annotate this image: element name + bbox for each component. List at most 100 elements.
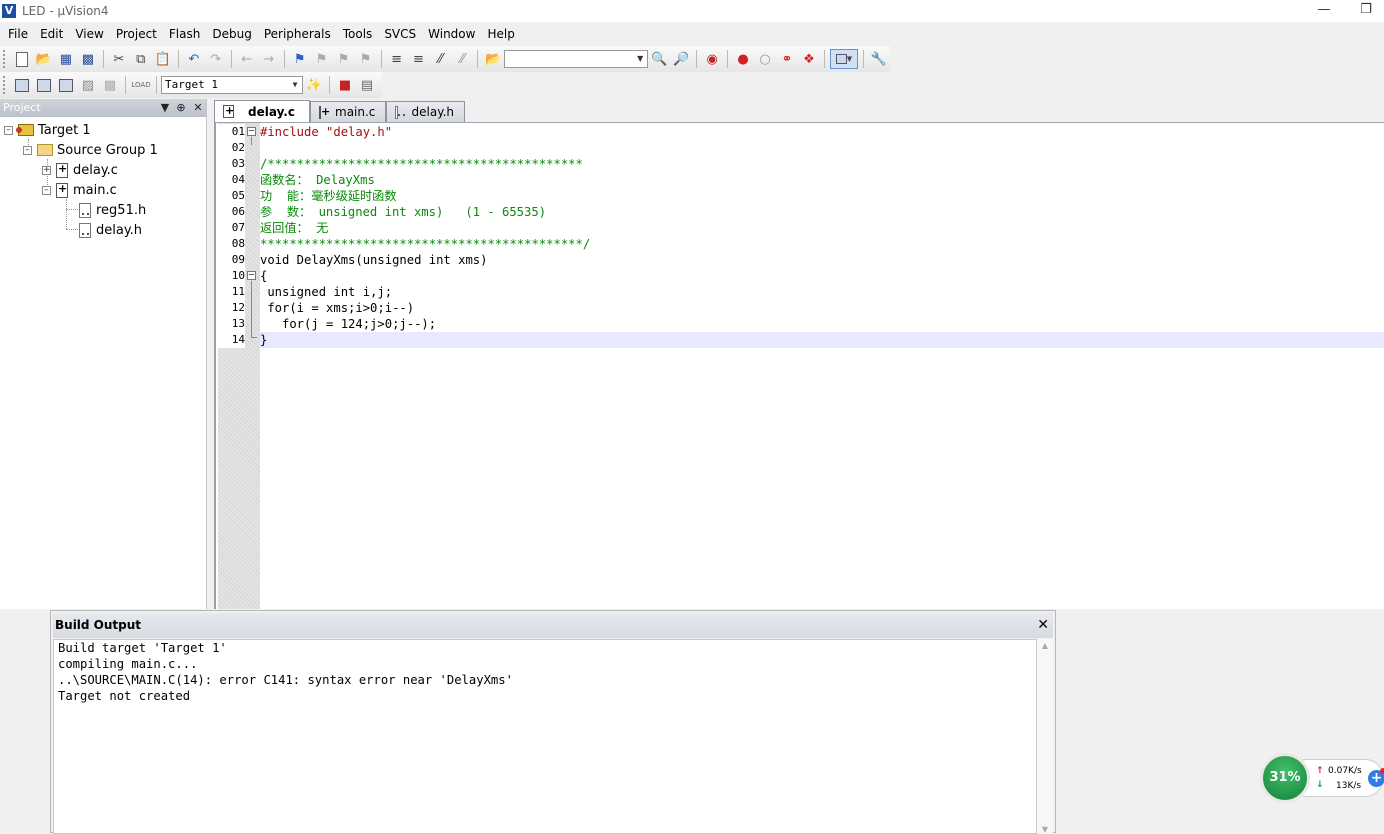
translate-icon[interactable] (12, 75, 32, 95)
find-combo[interactable]: ▼ (504, 50, 649, 68)
expand-icon[interactable]: + (42, 165, 51, 175)
find-in-files-icon[interactable]: 📂 (483, 49, 503, 69)
window-layout-icon[interactable]: ▼ (829, 49, 858, 69)
restore-button[interactable]: ❐ (1346, 0, 1384, 22)
line-number: 02 (218, 140, 245, 156)
code-line: } (260, 332, 267, 348)
line-number: 01 (218, 124, 245, 140)
uncomment-icon[interactable]: ⁄⁄ (452, 49, 472, 69)
code-text: void DelayXms(unsigned int xms) (260, 253, 488, 267)
chevron-down-icon[interactable]: ▼ (634, 52, 646, 66)
new-file-icon[interactable] (12, 49, 32, 69)
panel-menu-icon[interactable]: ▼ (158, 99, 172, 117)
select-packs-icon[interactable]: ▤ (357, 75, 377, 95)
vertical-scrollbar[interactable]: ▲ ▼ (1037, 639, 1053, 834)
menu-project[interactable]: Project (110, 22, 163, 46)
copy-icon[interactable]: ⧉ (131, 49, 151, 69)
breakpoint-icon[interactable]: ● (733, 49, 753, 69)
line-number: 03 (218, 156, 245, 172)
open-folder-icon[interactable]: 📂 (34, 49, 54, 69)
memory-usage-circle[interactable]: 31% (1260, 753, 1310, 803)
menu-svcs[interactable]: SVCS (378, 22, 422, 46)
menu-debug[interactable]: Debug (206, 22, 257, 46)
kill-breakpoints-icon[interactable]: ❖ (799, 49, 819, 69)
tab-main-c[interactable]: main.c (310, 101, 386, 122)
undo-icon[interactable]: ↶ (184, 49, 204, 69)
add-icon[interactable]: + (1368, 768, 1384, 787)
menu-peripherals[interactable]: Peripherals (258, 22, 337, 46)
redo-icon[interactable]: ↷ (206, 49, 226, 69)
build-icon[interactable] (34, 75, 54, 95)
chevron-down-icon[interactable]: ▼ (289, 78, 301, 92)
tree-target[interactable]: – Target 1 (4, 120, 91, 140)
code-text: { (260, 269, 268, 283)
fold-collapse-icon[interactable]: – (247, 271, 256, 280)
scroll-up-icon[interactable]: ▲ (1037, 641, 1053, 650)
menu-help[interactable]: Help (481, 22, 520, 46)
rebuild-icon[interactable] (56, 75, 76, 95)
disable-breakpoint-icon[interactable]: ○ (755, 49, 775, 69)
clear-bookmarks-icon[interactable]: ⚑ (356, 49, 376, 69)
nav-back-icon[interactable]: ← (237, 49, 257, 69)
save-icon[interactable]: ▦ (56, 49, 76, 69)
menu-tools[interactable]: Tools (337, 22, 379, 46)
tab-delay-h[interactable]: delay.h (386, 101, 465, 122)
cut-icon[interactable]: ✂ (109, 49, 129, 69)
batch-build-icon[interactable]: ▨ (78, 75, 98, 95)
close-icon[interactable]: ✕ (191, 99, 205, 117)
find-icon[interactable]: 🔍 (649, 49, 669, 69)
collapse-icon[interactable]: – (42, 185, 51, 195)
menu-view[interactable]: View (69, 22, 109, 46)
comment-icon[interactable]: ⁄⁄ (430, 49, 450, 69)
menu-flash[interactable]: Flash (163, 22, 206, 46)
disable-all-breakpoints-icon[interactable]: ⚭ (777, 49, 797, 69)
tree-header-reg51[interactable]: reg51.h (79, 200, 146, 220)
bookmark-icon[interactable]: ⚑ (290, 49, 310, 69)
tree-file-main-c[interactable]: – main.c (42, 180, 117, 200)
download-icon[interactable]: LOAD (131, 75, 151, 95)
indent-icon[interactable]: ≡ (387, 49, 407, 69)
tree-group-label: Source Group 1 (57, 142, 158, 158)
project-header: Project ▼ ⊕ ✕ (0, 99, 206, 117)
collapse-icon[interactable]: – (23, 145, 32, 155)
stop-build-icon[interactable]: ▩ (100, 75, 120, 95)
tab-delay-c[interactable]: delay.c (214, 100, 310, 122)
menu-edit[interactable]: Edit (34, 22, 69, 46)
target-options-icon[interactable]: ✨ (304, 75, 324, 95)
debug-session-icon[interactable]: ◉ (702, 49, 722, 69)
pin-icon[interactable]: ⊕ (174, 99, 188, 117)
code-editor[interactable]: 01 02 03 04 05 06 07 08 09 10 11 12 13 1… (214, 123, 1384, 609)
code-line: 返回值： 无 (260, 220, 328, 236)
build-toolbar: ▨ ▩ LOAD Target 1 ▼ ✨ ■ ▤ (0, 72, 382, 98)
tree-file-delay-c[interactable]: + delay.c (42, 160, 118, 180)
collapse-icon[interactable]: – (4, 125, 13, 135)
code-text: unsigned int i,j; (260, 285, 393, 299)
line-number: 05 (218, 188, 245, 204)
close-icon[interactable]: ✕ (1037, 613, 1049, 638)
next-bookmark-icon[interactable]: ⚑ (334, 49, 354, 69)
menu-window[interactable]: Window (422, 22, 481, 46)
fold-collapse-icon[interactable]: – (247, 127, 256, 136)
target-select[interactable]: Target 1 ▼ (161, 76, 303, 94)
save-all-icon[interactable]: ▩ (78, 49, 98, 69)
menu-file[interactable]: File (2, 22, 34, 46)
line-number: 14 (218, 332, 245, 348)
unindent-icon[interactable]: ≡ (409, 49, 429, 69)
panel-splitter[interactable] (207, 99, 214, 609)
network-speed-widget[interactable]: 31% ↑ 0.07K/s ↓ 13K/s + (1260, 753, 1384, 803)
tree-header-delay[interactable]: delay.h (79, 220, 142, 240)
configure-icon[interactable]: 🔧 (869, 49, 889, 69)
toolbar-grip[interactable] (3, 76, 7, 94)
code-text: 功 能：毫秒级延时函数 (260, 189, 397, 203)
incremental-find-icon[interactable]: 🔎 (671, 49, 691, 69)
toolbar-grip[interactable] (3, 50, 7, 68)
build-output-text[interactable]: Build target 'Target 1' compiling main.c… (53, 639, 1037, 834)
prev-bookmark-icon[interactable]: ⚑ (312, 49, 332, 69)
code-line: 功 能：毫秒级延时函数 (260, 188, 397, 204)
minimize-button[interactable]: — (1304, 0, 1344, 22)
tree-source-group[interactable]: – Source Group 1 (23, 140, 158, 160)
manage-components-icon[interactable]: ■ (335, 75, 355, 95)
editor-tabs: delay.c main.c delay.h (214, 99, 1384, 123)
paste-icon[interactable]: 📋 (153, 49, 173, 69)
nav-forward-icon[interactable]: → (259, 49, 279, 69)
